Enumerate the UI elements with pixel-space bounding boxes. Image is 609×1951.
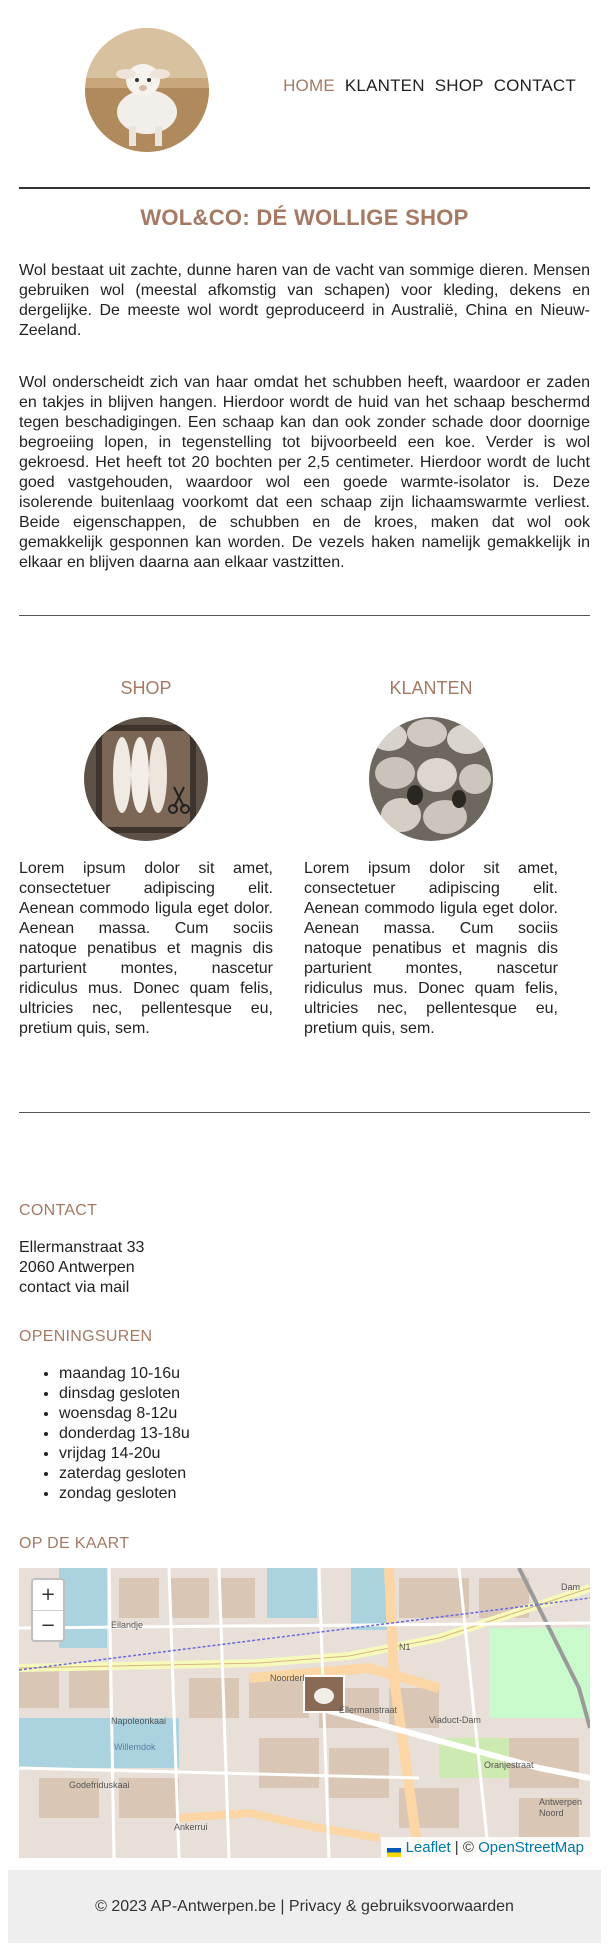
svg-text:Eilandje: Eilandje: [111, 1620, 143, 1630]
address-city: 2060 Antwerpen: [19, 1259, 135, 1276]
shop-text: Lorem ipsum dolor sit amet, consectetuer…: [19, 860, 273, 1037]
sheep-flock-image: [369, 717, 493, 841]
leaflet-link[interactable]: Leaflet: [406, 1839, 451, 1856]
zoom-control: + −: [31, 1578, 65, 1642]
zoom-in-button[interactable]: +: [33, 1580, 63, 1610]
svg-text:Viaduct-Dam: Viaduct-Dam: [429, 1715, 481, 1725]
svg-text:Noord: Noord: [539, 1808, 564, 1818]
map-heading: OP DE KAART: [19, 1535, 130, 1552]
logo-lamb-image[interactable]: [85, 28, 209, 152]
nav-link-home[interactable]: HOME: [283, 76, 335, 96]
page: HOME KLANTEN SHOP CONTACT WOL&CO: DÉ WOL…: [0, 0, 609, 1951]
svg-text:Dam: Dam: [561, 1582, 580, 1592]
svg-text:Godefriduskaai: Godefriduskaai: [69, 1780, 130, 1790]
wool-paragraph: Wol onderscheidt zich van haar omdat het…: [19, 374, 590, 571]
header-divider: [19, 187, 590, 189]
attribution-separator: | ©: [454, 1839, 474, 1856]
list-item: maandag 10-16u: [59, 1364, 190, 1384]
address-street: Ellermanstraat 33: [19, 1239, 145, 1256]
footer: © 2023 AP-Antwerpen.be | Privacy & gebru…: [8, 1870, 601, 1943]
hours-list: maandag 10-16u dinsdag gesloten woensdag…: [19, 1364, 190, 1504]
list-item: vrijdag 14-20u: [59, 1444, 190, 1464]
shop-column: SHOP Lorem ipsum dolor sit amet, consect…: [19, 678, 273, 1039]
map-tiles: Noorderl Ellermanstraat Viaduct-Dam Anke…: [19, 1568, 590, 1858]
section-divider-2: [19, 1112, 590, 1113]
svg-text:Willemdok: Willemdok: [114, 1742, 156, 1752]
klanten-heading: KLANTEN: [389, 678, 473, 698]
svg-text:Oranjestraat: Oranjestraat: [484, 1760, 534, 1770]
svg-text:Antwerpen: Antwerpen: [539, 1797, 582, 1807]
openstreetmap-link[interactable]: OpenStreetMap: [478, 1839, 584, 1856]
ukraine-flag-icon: [387, 1844, 402, 1857]
svg-text:Ellermanstraat: Ellermanstraat: [339, 1705, 398, 1715]
page-title: WOL&CO: DÉ WOLLIGE SHOP: [140, 205, 469, 230]
yarn-image: [84, 717, 208, 841]
main-nav: HOME KLANTEN SHOP CONTACT: [283, 76, 576, 96]
footer-text: © 2023 AP-Antwerpen.be | Privacy & gebru…: [95, 1898, 514, 1915]
contact-address: Ellermanstraat 33 2060 Antwerpen contact…: [19, 1238, 144, 1298]
svg-text:Noorderl: Noorderl: [270, 1673, 305, 1683]
zoom-out-button[interactable]: −: [33, 1610, 63, 1640]
svg-text:Napoleonkaai: Napoleonkaai: [111, 1716, 166, 1726]
nav-link-klanten[interactable]: KLANTEN: [345, 76, 425, 96]
contact-heading: CONTACT: [19, 1202, 98, 1219]
svg-text:N1: N1: [399, 1642, 411, 1652]
map-attribution: Leaflet | © OpenStreetMap: [381, 1837, 590, 1858]
list-item: woensdag 8-12u: [59, 1404, 190, 1424]
nav-link-contact[interactable]: CONTACT: [494, 76, 576, 96]
contact-mail-link[interactable]: contact via mail: [19, 1278, 144, 1298]
list-item: zondag gesloten: [59, 1484, 190, 1504]
section-divider: [19, 615, 590, 616]
hours-heading: OPENINGSUREN: [19, 1328, 153, 1345]
klanten-column: KLANTEN Lorem ipsum dolor sit amet, cons…: [304, 678, 558, 1039]
shop-heading: SHOP: [120, 678, 172, 698]
map[interactable]: Noorderl Ellermanstraat Viaduct-Dam Anke…: [19, 1568, 590, 1858]
klanten-text: Lorem ipsum dolor sit amet, consectetuer…: [304, 860, 558, 1037]
list-item: dinsdag gesloten: [59, 1384, 190, 1404]
nav-link-shop[interactable]: SHOP: [435, 76, 484, 96]
list-item: donderdag 13-18u: [59, 1424, 190, 1444]
lamb-image: [85, 28, 209, 152]
list-item: zaterdag gesloten: [59, 1464, 190, 1484]
svg-text:Ankerrui: Ankerrui: [174, 1822, 208, 1832]
intro-paragraph: Wol bestaat uit zachte, dunne haren van …: [19, 262, 590, 339]
